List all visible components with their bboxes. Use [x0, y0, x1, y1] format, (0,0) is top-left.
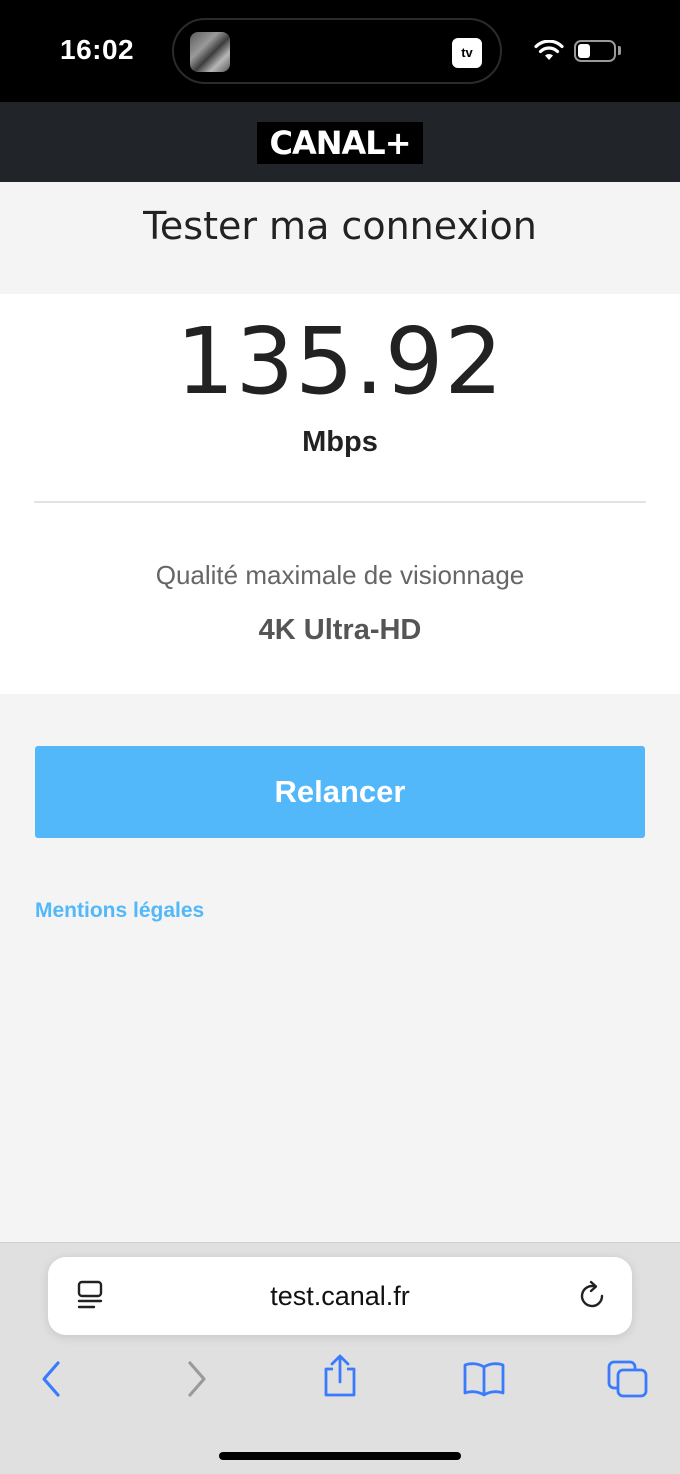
- url-text[interactable]: test.canal.fr: [48, 1281, 632, 1312]
- reload-icon[interactable]: [578, 1279, 608, 1311]
- page-title: Tester ma connexion: [143, 204, 537, 248]
- quality-value: 4K Ultra-HD: [258, 614, 422, 646]
- back-icon[interactable]: [38, 1359, 64, 1399]
- divider: [34, 501, 646, 503]
- legal-mentions-link[interactable]: Mentions légales: [35, 899, 204, 923]
- now-playing-thumbnail: [190, 32, 230, 72]
- bookmarks-icon[interactable]: [462, 1359, 506, 1399]
- speed-result-card: 135.92 Mbps Qualité maximale de visionna…: [0, 294, 680, 694]
- speed-value: 135.92: [176, 308, 504, 415]
- wifi-icon: [534, 40, 564, 60]
- battery-cap: [618, 46, 621, 55]
- status-time: 16:02: [60, 34, 135, 65]
- browser-toolbar: test.canal.fr: [0, 1242, 680, 1474]
- tabs-icon[interactable]: [606, 1359, 650, 1399]
- address-bar[interactable]: test.canal.fr: [48, 1257, 632, 1335]
- battery-level: [578, 44, 590, 58]
- status-bar: 16:02 tv: [0, 0, 680, 102]
- home-indicator[interactable]: [219, 1452, 461, 1460]
- canal-plus-logo[interactable]: CANAL+: [257, 122, 423, 164]
- apple-tv-icon: tv: [452, 38, 482, 68]
- share-icon[interactable]: [322, 1353, 358, 1399]
- apple-tv-badge: tv: [461, 45, 473, 60]
- site-header: CANAL+: [0, 102, 680, 182]
- battery-icon: [574, 40, 616, 62]
- relaunch-button[interactable]: Relancer: [35, 746, 645, 838]
- forward-icon[interactable]: [184, 1359, 210, 1399]
- dynamic-island[interactable]: tv: [172, 18, 502, 84]
- quality-label: Qualité maximale de visionnage: [155, 560, 525, 590]
- speed-unit: Mbps: [302, 426, 378, 458]
